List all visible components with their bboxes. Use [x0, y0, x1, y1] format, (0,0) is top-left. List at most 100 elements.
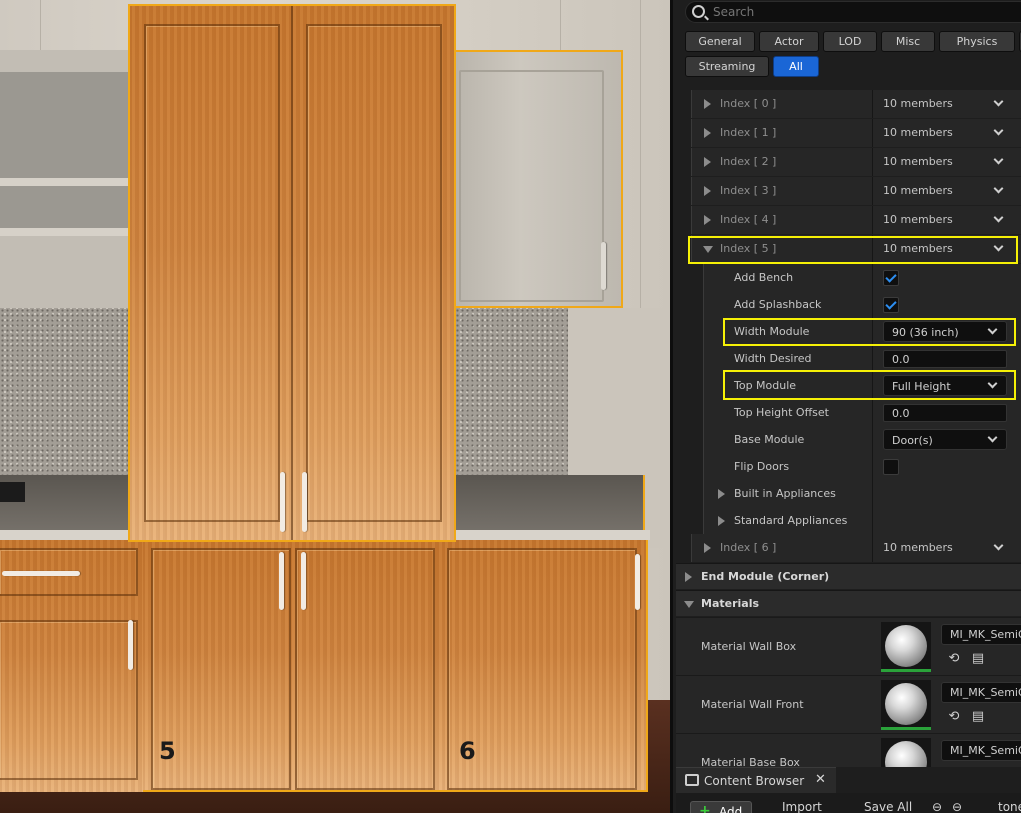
content-browser-icon [685, 774, 699, 786]
index-row-3[interactable]: Index [ 3 ] 10 members [676, 177, 1021, 206]
material-thumbnail[interactable] [881, 738, 931, 767]
material-sphere-icon [885, 683, 927, 725]
chevron-down-icon[interactable] [993, 154, 1004, 165]
expand-arrow-icon[interactable] [704, 543, 711, 553]
chevron-down-icon[interactable] [993, 540, 1004, 551]
use-selected-icon[interactable]: ⟲ [946, 709, 962, 725]
browse-folder-icon[interactable]: ▤ [970, 709, 986, 725]
add-bench-row: Add Bench [676, 264, 1021, 293]
chevron-down-icon[interactable] [993, 183, 1004, 194]
forward-icon[interactable]: ⊖ [952, 800, 962, 813]
door-handle [635, 554, 640, 610]
add-splashback-row: Add Splashback [676, 291, 1021, 320]
expand-arrow-icon[interactable] [718, 516, 725, 526]
save-all-button[interactable]: Save All [848, 800, 912, 813]
shelf-board [0, 178, 130, 186]
level-viewport[interactable]: 5 6 [0, 0, 670, 813]
top-height-offset-field[interactable]: 0.0 [883, 404, 1007, 422]
module-number-6: 6 [459, 737, 476, 765]
highlight-top-module [723, 370, 1016, 400]
base-cabinet-5: 5 [143, 540, 443, 792]
expand-arrow-icon[interactable] [704, 186, 711, 196]
material-thumbnail[interactable] [881, 680, 931, 730]
index-row-4[interactable]: Index [ 4 ] 10 members [676, 206, 1021, 235]
filter-general[interactable]: General [685, 31, 755, 52]
material-picker[interactable]: MI_MK_SemiGl [941, 682, 1021, 703]
expand-arrow-icon[interactable] [704, 128, 711, 138]
cabinet-door [459, 70, 604, 302]
index-row-6[interactable]: Index [ 6 ] 10 members [676, 534, 1021, 563]
material-wall-box-row: Material Wall Box MI_MK_SemiGl ⟲ ▤ [676, 617, 1021, 675]
search-bar[interactable] [685, 1, 1021, 23]
collapse-arrow-icon[interactable] [684, 601, 694, 608]
shelf-board [0, 228, 130, 236]
details-panel: General Actor LOD Misc Physics Streaming… [670, 0, 1021, 813]
door-handle [302, 472, 307, 532]
expand-arrow-icon[interactable] [704, 99, 711, 109]
door-handle [280, 472, 285, 532]
index-row-1[interactable]: Index [ 1 ] 10 members [676, 119, 1021, 148]
door-handle [301, 552, 306, 610]
highlight-width-module [723, 318, 1016, 346]
material-sphere-icon [885, 741, 927, 767]
plus-icon: + [699, 803, 711, 813]
add-button[interactable]: + Add [690, 801, 752, 813]
material-picker[interactable]: MI_MK_SemiGl [941, 740, 1021, 761]
filter-all[interactable]: All [773, 56, 819, 77]
material-picker[interactable]: MI_MK_SemiGl [941, 624, 1021, 645]
drawer-handle [2, 571, 80, 576]
index-row-2[interactable]: Index [ 2 ] 10 members [676, 148, 1021, 177]
wall-cabinet-grey [453, 50, 623, 308]
material-base-box-row: Material Base Box MI_MK_SemiGl [676, 733, 1021, 767]
filter-misc[interactable]: Misc [881, 31, 935, 52]
chevron-down-icon[interactable] [993, 212, 1004, 223]
expand-arrow-icon[interactable] [718, 489, 725, 499]
tall-cabinet-selected[interactable] [128, 4, 456, 542]
module-number-5: 5 [159, 737, 176, 765]
material-thumbnail[interactable] [881, 622, 931, 672]
standard-appliances-row[interactable]: Standard Appliances [676, 507, 1021, 536]
top-height-offset-row: Top Height Offset 0.0 [676, 399, 1021, 428]
folder-path[interactable]: tone [976, 800, 1021, 813]
door-handle [601, 242, 606, 290]
chevron-down-icon [987, 432, 998, 443]
base-module-dropdown[interactable]: Door(s) [883, 429, 1007, 450]
filter-lod[interactable]: LOD [823, 31, 877, 52]
close-icon[interactable]: ✕ [815, 772, 826, 787]
base-cabinet-6: 6 [443, 540, 648, 792]
material-wall-front-row: Material Wall Front MI_MK_SemiGl ⟲ ▤ [676, 675, 1021, 733]
built-in-appliances-row[interactable]: Built in Appliances [676, 480, 1021, 509]
filter-streaming[interactable]: Streaming [685, 56, 769, 77]
section-materials[interactable]: Materials [676, 590, 1021, 616]
width-desired-field[interactable]: 0.0 [883, 350, 1007, 368]
highlight-index-5 [688, 236, 1018, 264]
search-icon [692, 5, 705, 18]
back-icon[interactable]: ⊖ [932, 800, 942, 813]
shelf-interior [0, 72, 130, 228]
import-button[interactable]: Import [768, 800, 822, 813]
cabinet-door [295, 548, 435, 790]
chevron-down-icon[interactable] [993, 125, 1004, 136]
browse-folder-icon[interactable]: ▤ [970, 651, 986, 667]
expand-arrow-icon[interactable] [704, 215, 711, 225]
add-splashback-checkbox[interactable] [883, 297, 899, 313]
chevron-down-icon[interactable] [993, 96, 1004, 107]
filter-actor[interactable]: Actor [759, 31, 819, 52]
expand-arrow-icon[interactable] [685, 572, 692, 582]
section-end-module[interactable]: End Module (Corner) [676, 563, 1021, 589]
base-cabinet-left [0, 540, 143, 792]
content-browser-tab[interactable]: Content Browser ✕ [676, 767, 836, 793]
base-module-row: Base Module Door(s) [676, 426, 1021, 455]
content-browser-toolbar: + Add Import Save All ⊖ ⊖ tone [676, 793, 1021, 813]
open-shelf-unit [0, 50, 135, 308]
index-row-0[interactable]: Index [ 0 ] 10 members [676, 90, 1021, 119]
cabinet-door [0, 620, 138, 780]
cabinet-door [306, 24, 442, 522]
add-bench-checkbox[interactable] [883, 270, 899, 286]
filter-physics[interactable]: Physics [939, 31, 1015, 52]
flip-doors-checkbox[interactable] [883, 459, 899, 475]
search-input[interactable] [713, 4, 1013, 20]
use-selected-icon[interactable]: ⟲ [946, 651, 962, 667]
door-gap [291, 6, 293, 540]
expand-arrow-icon[interactable] [704, 157, 711, 167]
